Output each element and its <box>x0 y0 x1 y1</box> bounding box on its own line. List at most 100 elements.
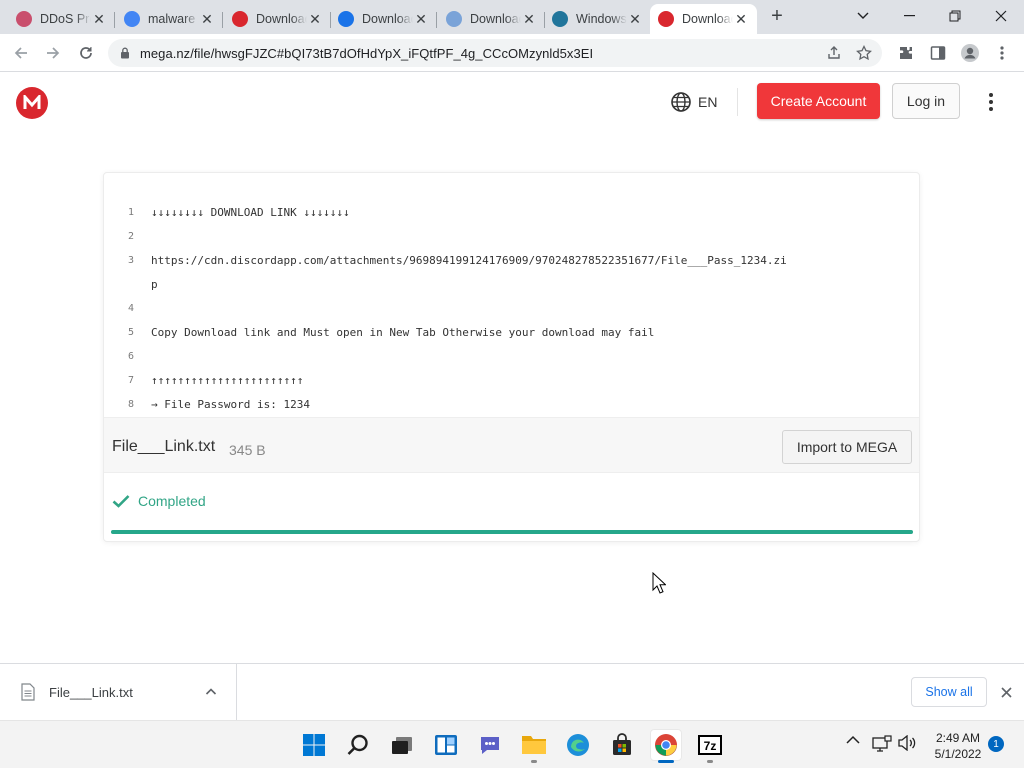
file-explorer-icon[interactable] <box>518 729 550 763</box>
edge-icon[interactable] <box>562 729 594 761</box>
close-window-button[interactable] <box>978 0 1024 32</box>
svg-text:7z: 7z <box>704 739 717 753</box>
import-to-mega-button[interactable]: Import to MEGA <box>782 430 912 464</box>
notification-badge[interactable]: 1 <box>988 736 1004 752</box>
widgets-icon[interactable] <box>430 729 462 761</box>
minimize-button[interactable] <box>886 0 932 32</box>
wordpress-favicon-icon <box>552 11 568 27</box>
line-number: 6 <box>127 351 134 362</box>
preview-line: 5 Copy Download link and Must open in New… <box>104 321 919 345</box>
mega-logo[interactable] <box>16 87 48 119</box>
extensions-icon[interactable] <box>895 42 917 64</box>
store-icon[interactable] <box>606 729 638 761</box>
tab-strip: DDoS Pro ✕ malware ✕ Download ✕ Download ✕ Downl… <box>0 0 1024 34</box>
preview-line: 4 <box>104 297 919 321</box>
show-all-downloads-button[interactable]: Show all <box>911 677 987 707</box>
line-number: 8 <box>127 399 134 410</box>
progress-fill <box>111 530 913 534</box>
show-hidden-icons-chevron-icon[interactable] <box>846 735 860 745</box>
create-account-button[interactable]: Create Account <box>757 83 880 119</box>
7zip-icon[interactable]: 7z <box>694 729 726 763</box>
chevron-up-icon[interactable] <box>205 684 217 700</box>
tab-close-icon[interactable]: ✕ <box>521 11 537 28</box>
reload-button[interactable] <box>73 40 99 66</box>
download-favicon-icon <box>338 11 354 27</box>
preview-line: 2 <box>104 225 919 249</box>
address-bar[interactable]: mega.nz/file/hwsgFJZC#bQI73tB7dOfHdYpX_i… <box>108 39 882 67</box>
share-icon[interactable] <box>826 45 842 61</box>
tab-title: Download <box>362 12 413 26</box>
globe-favicon-icon <box>446 11 462 27</box>
line-text: → File Password is: 1234 <box>151 398 310 411</box>
start-icon[interactable] <box>298 729 330 761</box>
globe-icon <box>671 92 691 112</box>
bookmark-star-icon[interactable] <box>856 45 872 61</box>
chrome-menu-icon[interactable] <box>991 42 1013 64</box>
tab-separator <box>436 12 437 28</box>
back-button[interactable] <box>8 40 34 66</box>
google-favicon-icon <box>124 11 140 27</box>
browser-tab[interactable]: DDoS Pro ✕ <box>8 4 115 34</box>
file-preview-card: 1 ↓↓↓↓↓↓↓↓ DOWNLOAD LINK ↓↓↓↓↓↓↓ 2 3 https:/… <box>103 172 920 542</box>
tab-close-icon[interactable]: ✕ <box>307 11 323 28</box>
search-icon[interactable] <box>342 729 374 761</box>
preview-line: 1 ↓↓↓↓↓↓↓↓ DOWNLOAD LINK ↓↓↓↓↓↓↓ <box>104 201 919 225</box>
preview-line: p <box>104 273 919 297</box>
restore-button[interactable] <box>932 0 978 32</box>
download-status: Completed <box>112 493 206 509</box>
line-number: 3 <box>127 255 134 266</box>
browser-tab[interactable]: Download ✕ <box>330 4 437 34</box>
system-clock[interactable]: 2:49 AM 5/1/2022 <box>927 730 989 762</box>
tab-title: Download <box>682 12 733 26</box>
network-icon[interactable] <box>872 735 892 753</box>
download-item[interactable]: File___Link.txt <box>0 664 237 720</box>
tab-title: Download <box>470 12 521 26</box>
status-label: Completed <box>138 493 206 509</box>
browser-tab[interactable]: Download ✕ <box>224 4 331 34</box>
reload-icon <box>80 47 92 59</box>
ddos-favicon-icon <box>16 11 32 27</box>
forward-button[interactable] <box>40 40 66 66</box>
browser-tab[interactable]: Download ✕ <box>438 4 545 34</box>
tab-close-icon[interactable]: ✕ <box>91 11 107 28</box>
checkmark-icon <box>112 495 130 508</box>
mega-m-icon <box>23 95 41 109</box>
file-info-bar: File___Link.txt 345 B Import to MEGA <box>104 417 919 473</box>
tab-close-icon[interactable]: ✕ <box>199 11 215 28</box>
download-progress-bar <box>111 530 913 534</box>
chrome-icon[interactable] <box>650 729 682 763</box>
url-text: mega.nz/file/hwsgFJZC#bQI73tB7dOfHdYpX_i… <box>140 45 594 61</box>
profile-avatar-icon[interactable] <box>959 42 981 64</box>
file-size: 345 B <box>229 442 266 458</box>
tab-close-icon[interactable]: ✕ <box>413 11 429 28</box>
tab-title: Download <box>256 12 307 26</box>
text-preview[interactable]: 1 ↓↓↓↓↓↓↓↓ DOWNLOAD LINK ↓↓↓↓↓↓↓ 2 3 https:/… <box>104 173 919 417</box>
line-number: 1 <box>127 207 134 218</box>
browser-tab[interactable]: malware ✕ <box>116 4 223 34</box>
task-view-icon[interactable] <box>386 729 418 761</box>
browser-tab[interactable]: Windows ✕ <box>544 4 651 34</box>
tab-close-icon[interactable]: ✕ <box>627 11 643 28</box>
line-text: ↑↑↑↑↑↑↑↑↑↑↑↑↑↑↑↑↑↑↑↑↑↑↑ <box>151 374 304 387</box>
preview-line: 8 → File Password is: 1234 <box>104 393 919 417</box>
new-tab-button[interactable]: + <box>766 6 788 28</box>
login-button[interactable]: Log in <box>892 83 960 119</box>
tab-separator <box>114 12 115 28</box>
tab-title: malware <box>148 12 196 26</box>
more-menu-icon[interactable] <box>983 90 999 114</box>
close-shelf-icon[interactable] <box>996 682 1016 702</box>
tab-search-icon[interactable] <box>840 0 886 32</box>
language-selector[interactable]: EN <box>670 90 717 114</box>
tab-close-icon[interactable]: ✕ <box>733 11 749 28</box>
volume-icon[interactable] <box>898 735 916 751</box>
teams-chat-icon[interactable] <box>474 729 506 761</box>
lock-icon <box>121 47 129 59</box>
line-text: https://cdn.discordapp.com/attachments/9… <box>151 254 787 267</box>
back-arrow-icon <box>14 47 27 59</box>
line-text: ↓↓↓↓↓↓↓↓ DOWNLOAD LINK ↓↓↓↓↓↓↓ <box>151 206 350 219</box>
browser-tab[interactable]: Download ✕ <box>650 4 757 34</box>
side-panel-icon[interactable] <box>927 42 949 64</box>
file-name: File___Link.txt <box>112 438 216 455</box>
tab-title: DDoS Pro <box>40 12 91 26</box>
preview-line: 6 <box>104 345 919 369</box>
